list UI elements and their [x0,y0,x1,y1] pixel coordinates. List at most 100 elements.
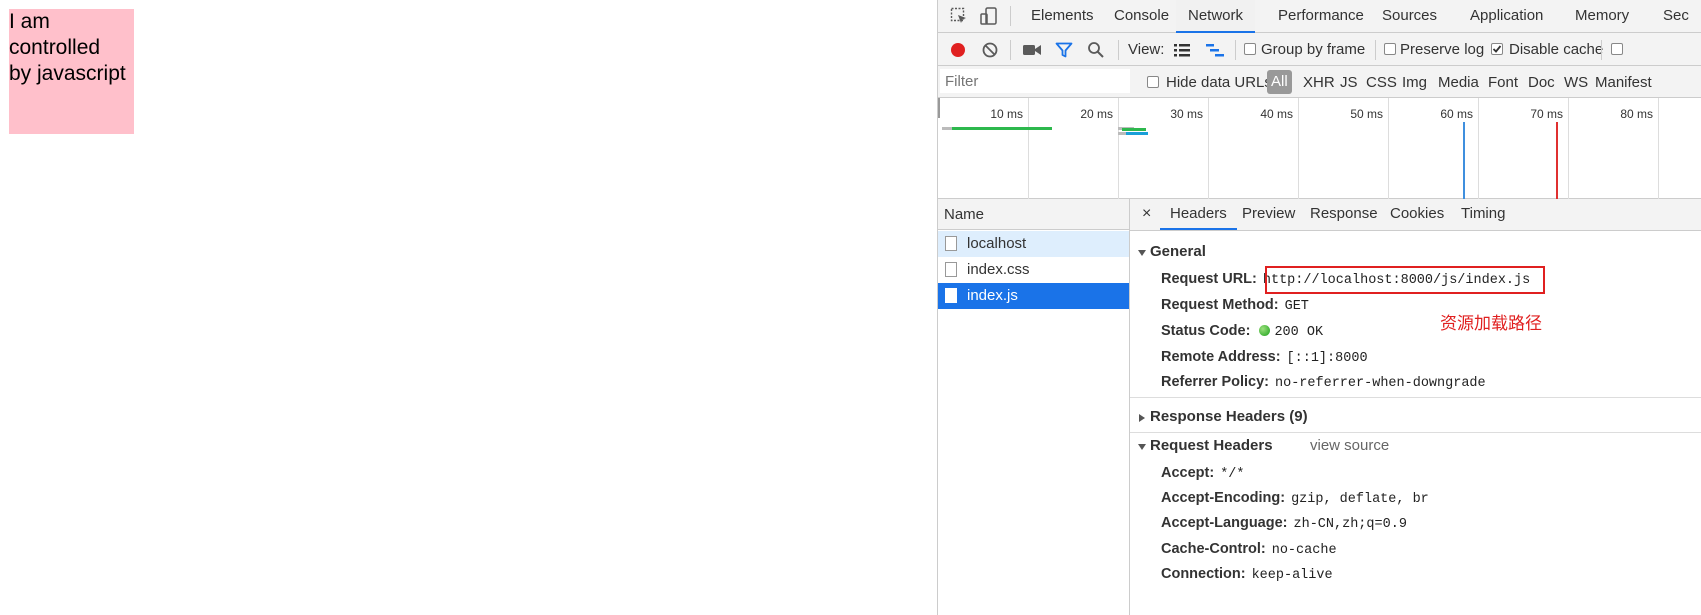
search-icon[interactable] [1087,41,1105,59]
device-toolbar-icon[interactable] [979,6,999,26]
hide-data-urls-checkbox[interactable] [1147,76,1159,88]
header-value: gzip, deflate, br [1291,492,1429,507]
tab-elements[interactable]: Elements [1019,0,1106,33]
devtools-panel: Elements Console Network Performance Sou… [937,0,1701,615]
status-code-row: Status Code: 200 OK [1161,323,1323,340]
document-icon [945,288,957,303]
header-value: zh-CN,zh;q=0.9 [1293,517,1407,532]
filter-input[interactable] [940,69,1130,93]
filter-icon[interactable] [1055,41,1073,59]
tab-preview[interactable]: Preview [1232,199,1305,230]
status-code-value: 200 OK [1274,325,1324,340]
document-icon [945,262,957,277]
js-controlled-box: I am controlled by javascript [9,9,134,134]
divider [1601,40,1602,60]
tab-console[interactable]: Console [1102,0,1181,33]
tab-application[interactable]: Application [1458,0,1555,33]
tab-cookies[interactable]: Cookies [1380,199,1454,230]
header-key: Accept-Language: [1161,515,1288,531]
network-toolbar: View: Group by frame Preserve log Disabl… [938,33,1701,66]
timeline-gridline [1478,98,1479,199]
view-label: View: [1128,41,1165,58]
divider [1118,40,1119,60]
header-value: no-cache [1271,543,1337,558]
timeline-tick-label: 80 ms [1620,107,1653,121]
tab-security[interactable]: Sec [1651,0,1701,33]
document-icon [945,236,957,251]
timeline-tick-label: 30 ms [1170,107,1203,121]
large-rows-icon[interactable] [1173,42,1191,58]
overview-handle[interactable] [938,98,940,118]
timeline-gridline [1298,98,1299,199]
header-value: keep-alive [1251,568,1333,583]
expanded-triangle-icon[interactable] [1137,248,1147,258]
preserve-log-label: Preserve log [1400,41,1485,58]
preserve-log-checkbox[interactable] [1384,43,1396,55]
timeline-gridline [1658,98,1659,199]
request-list: Name localhost index.css index.js [938,199,1130,615]
type-filter-ws[interactable]: WS [1564,74,1588,91]
referrer-policy-value: no-referrer-when-downgrade [1275,376,1486,391]
type-filter-manifest[interactable]: Manifest [1595,74,1652,91]
request-header-row: Connection: keep-alive [1161,566,1333,583]
request-bar [1122,128,1146,131]
collapsed-triangle-icon[interactable] [1137,413,1147,423]
type-filter-css[interactable]: CSS [1366,74,1397,91]
network-overview-timeline[interactable]: 10 ms 20 ms 30 ms 40 ms 50 ms 60 ms 70 m… [938,98,1701,199]
referrer-policy-row: Referrer Policy: no-referrer-when-downgra… [1161,374,1486,391]
request-header-row: Cache-Control: no-cache [1161,541,1337,558]
type-filter-img[interactable]: Img [1402,74,1427,91]
view-source-link[interactable]: view source [1310,437,1389,454]
expanded-triangle-icon[interactable] [1137,442,1147,452]
inspect-element-icon[interactable] [950,7,968,25]
response-headers-section-title[interactable]: Response Headers (9) [1150,408,1308,425]
waterfall-overview-icon[interactable] [1205,42,1225,58]
tab-response[interactable]: Response [1300,199,1388,230]
tab-memory[interactable]: Memory [1563,0,1641,33]
request-method-value: GET [1284,299,1309,314]
timeline-tick-label: 40 ms [1260,107,1293,121]
header-key: Accept: [1161,465,1215,481]
dom-content-loaded-marker [1463,122,1465,199]
tab-timing[interactable]: Timing [1451,199,1515,230]
tab-performance[interactable]: Performance [1266,0,1376,33]
request-method-key: Request Method: [1161,297,1279,313]
request-row-localhost[interactable]: localhost [938,231,1129,257]
tab-headers[interactable]: Headers [1160,199,1237,230]
disable-cache-label: Disable cache [1509,41,1604,58]
record-icon[interactable] [949,41,967,59]
group-by-frame-label: Group by frame [1261,41,1366,58]
request-name: index.js [967,287,1018,304]
load-marker [1556,122,1558,199]
timeline-tick-label: 70 ms [1530,107,1563,121]
type-filter-js[interactable]: JS [1340,74,1358,91]
status-code-key: Status Code: [1161,323,1251,339]
type-filter-media[interactable]: Media [1438,74,1479,91]
timeline-tick-label: 10 ms [990,107,1023,121]
name-column-header[interactable]: Name [938,199,1129,230]
type-filter-doc[interactable]: Doc [1528,74,1555,91]
divider [1375,40,1376,60]
tab-network[interactable]: Network [1176,0,1256,33]
request-bar [952,127,1052,130]
request-row-index-css[interactable]: index.css [938,257,1129,283]
offline-checkbox[interactable] [1611,43,1623,55]
request-header-row: Accept-Language: zh-CN,zh;q=0.9 [1161,515,1407,532]
tab-sources[interactable]: Sources [1370,0,1449,33]
disable-cache-checkbox[interactable] [1491,43,1503,55]
type-filter-xhr[interactable]: XHR [1303,74,1335,91]
general-section-title[interactable]: General [1150,243,1206,260]
timeline-tick-label: 50 ms [1350,107,1383,121]
status-ok-icon [1259,325,1271,336]
header-key: Accept-Encoding: [1161,490,1286,506]
request-headers-section-title[interactable]: Request Headers [1150,437,1273,454]
divider [1010,6,1011,26]
close-details-button[interactable]: × [1132,199,1161,230]
type-filter-all[interactable]: All [1267,70,1292,94]
camera-icon[interactable] [1022,42,1042,58]
request-row-index-js[interactable]: index.js [938,283,1129,309]
type-filter-font[interactable]: Font [1488,74,1518,91]
group-by-frame-checkbox[interactable] [1244,43,1256,55]
clear-icon[interactable] [981,41,999,59]
header-value: */* [1220,467,1245,482]
